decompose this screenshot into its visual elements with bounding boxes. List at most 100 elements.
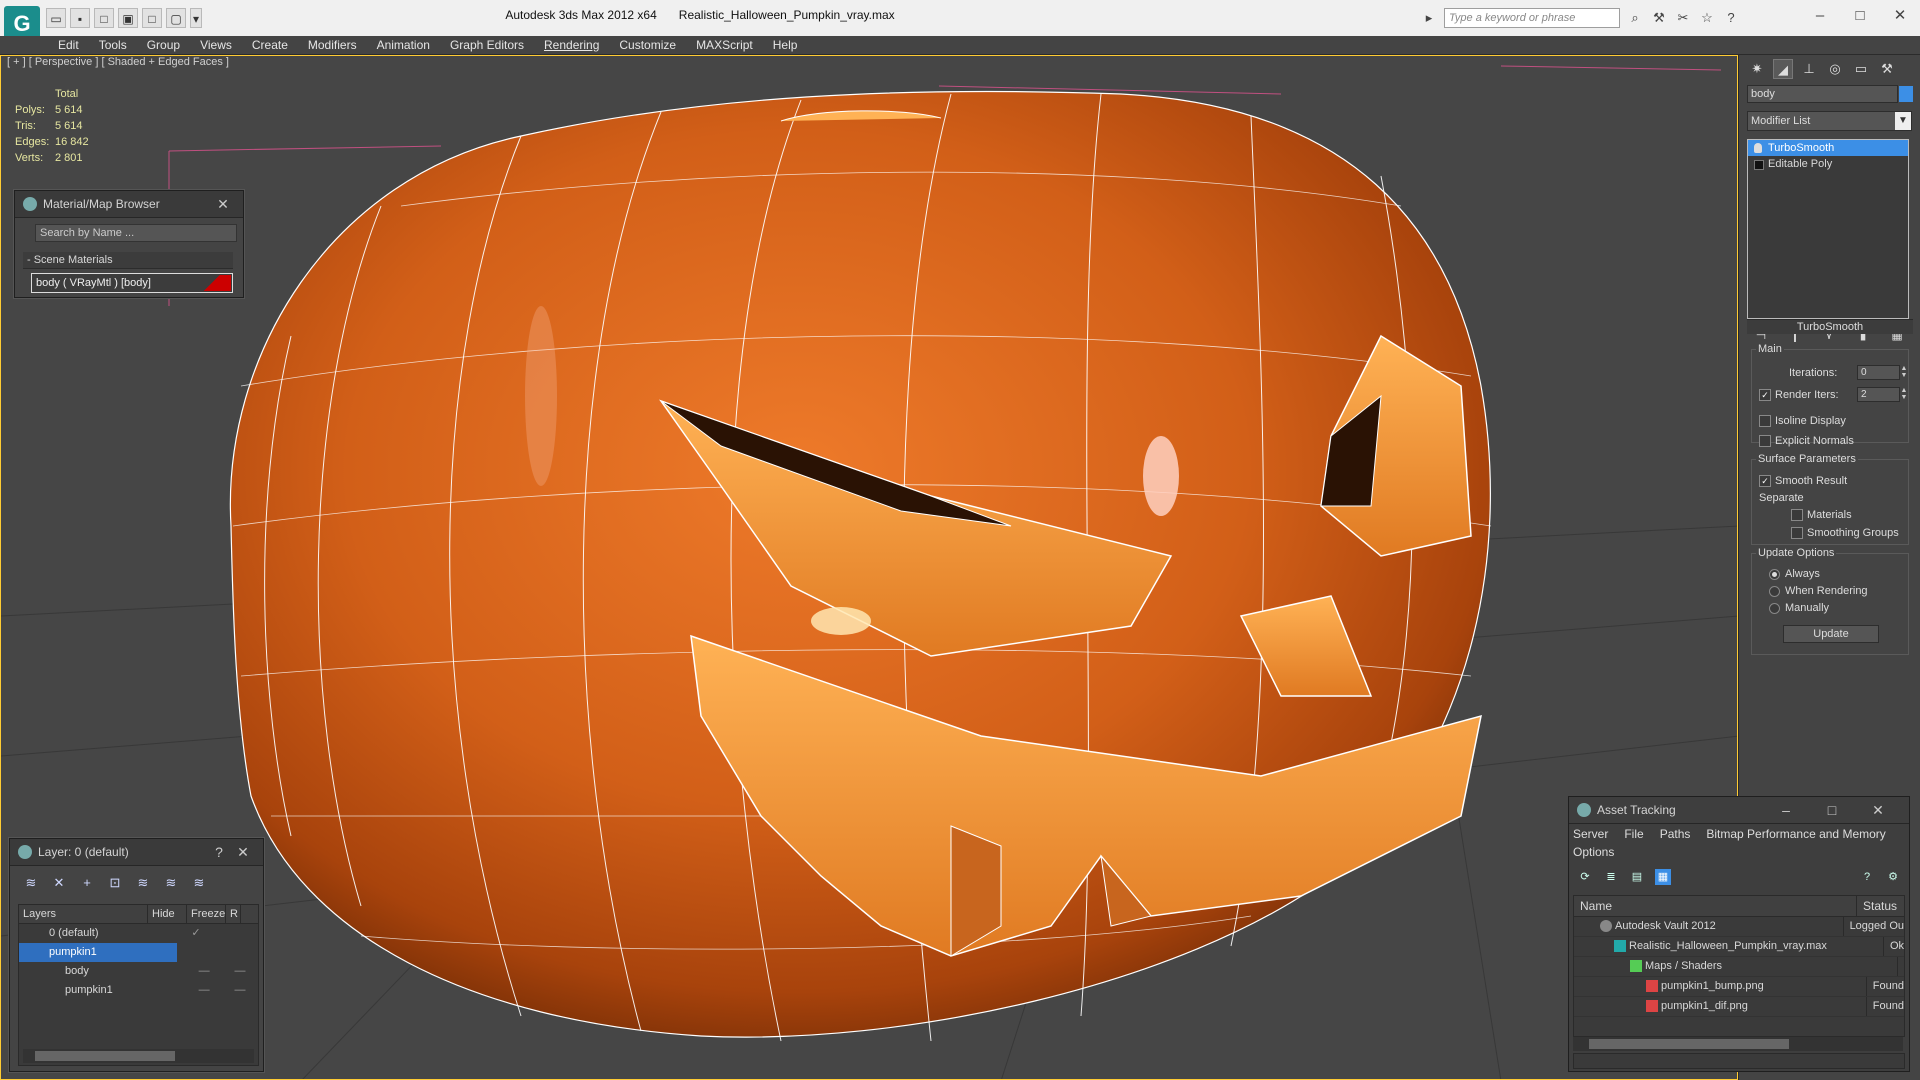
close-icon[interactable]: ✕: [1855, 802, 1901, 819]
update-button[interactable]: Update: [1783, 625, 1879, 643]
utilities-tab-icon[interactable]: ⚒: [1877, 59, 1897, 79]
settings-icon[interactable]: ⚙: [1885, 869, 1901, 885]
maximize-icon[interactable]: □: [1809, 802, 1855, 818]
update-manually-radio[interactable]: [1769, 603, 1780, 614]
table-row[interactable]: 0 (default) ✓: [19, 924, 258, 943]
spinner-arrows-icon[interactable]: ▲ ▼: [1899, 387, 1909, 401]
layer-freeze-toggle[interactable]: [215, 924, 253, 943]
table-row[interactable]: pumpkin1_bump.png Found: [1574, 977, 1904, 997]
table-row[interactable]: Realistic_Halloween_Pumpkin_vray.max Ok: [1574, 937, 1904, 957]
object-freeze-toggle[interactable]: —: [222, 981, 258, 1000]
asset-tracking-title-bar[interactable]: Asset Tracking – □ ✕: [1569, 797, 1909, 824]
close-icon[interactable]: ✕: [1880, 4, 1920, 28]
asset-menu-paths[interactable]: Paths: [1660, 825, 1691, 843]
select-objects-icon[interactable]: ⊡: [106, 874, 124, 892]
table-view-icon[interactable]: ▦: [1655, 869, 1671, 885]
search-input[interactable]: Type a keyword or phrase: [1444, 8, 1620, 28]
expand-plus-icon[interactable]: [1754, 160, 1764, 170]
help-icon[interactable]: ?: [207, 844, 231, 860]
menu-views[interactable]: Views: [190, 36, 242, 55]
render-iters-checkbox[interactable]: ✓: [1759, 389, 1771, 401]
display-tab-icon[interactable]: ▭: [1851, 59, 1871, 79]
hide-all-icon[interactable]: ≋: [162, 874, 180, 892]
update-always-radio[interactable]: [1769, 569, 1780, 580]
hierarchy-tab-icon[interactable]: ⊥: [1799, 59, 1819, 79]
binoculars-icon[interactable]: ⌕: [1626, 9, 1644, 27]
add-to-layer-icon[interactable]: +: [78, 874, 96, 892]
expand-search-icon[interactable]: ▸: [1420, 9, 1438, 27]
col-layers[interactable]: Layers: [19, 905, 148, 923]
iterations-spinner[interactable]: 0: [1857, 365, 1900, 380]
menu-create[interactable]: Create: [242, 36, 298, 55]
explicit-normals-checkbox[interactable]: [1759, 435, 1771, 447]
render-iters-spinner[interactable]: 2: [1857, 387, 1900, 402]
spinner-arrows-icon[interactable]: ▲ ▼: [1899, 365, 1909, 379]
menu-modifiers[interactable]: Modifiers: [298, 36, 367, 55]
menu-edit[interactable]: Edit: [48, 36, 89, 55]
asset-horizontal-scrollbar[interactable]: [1573, 1037, 1903, 1051]
help-icon[interactable]: ?: [1722, 9, 1740, 27]
communication-icon[interactable]: ✂: [1674, 9, 1692, 27]
material-search-input[interactable]: Search by Name ...: [35, 224, 237, 242]
asset-menu-bitmap[interactable]: Bitmap Performance and Memory: [1706, 825, 1885, 843]
freeze-all-icon[interactable]: ≋: [190, 874, 208, 892]
motion-tab-icon[interactable]: ◎: [1825, 59, 1845, 79]
create-tab-icon[interactable]: ✷: [1747, 59, 1767, 79]
minimize-icon[interactable]: –: [1763, 802, 1809, 818]
table-row[interactable]: body — —: [19, 962, 258, 981]
layer-hide-toggle[interactable]: ✓: [177, 924, 215, 943]
scene-materials-category[interactable]: - Scene Materials: [23, 252, 233, 269]
material-item-body[interactable]: body ( VRayMtl ) [body]: [31, 273, 233, 293]
layer-horizontal-scrollbar[interactable]: [23, 1049, 254, 1063]
asset-path-field[interactable]: [1573, 1053, 1905, 1069]
list-view-icon[interactable]: ≣: [1603, 869, 1619, 885]
maximize-icon[interactable]: □: [1840, 4, 1880, 28]
close-icon[interactable]: ✕: [231, 844, 255, 861]
table-row[interactable]: pumpkin1_dif.png Found: [1574, 997, 1904, 1017]
modifier-list-dropdown[interactable]: Modifier List ▼: [1747, 111, 1912, 131]
delete-layer-icon[interactable]: ✕: [50, 874, 68, 892]
lightbulb-icon[interactable]: [1754, 143, 1762, 153]
menu-graph-editors[interactable]: Graph Editors: [440, 36, 534, 55]
close-icon[interactable]: ✕: [211, 196, 235, 213]
asset-menu-file[interactable]: File: [1624, 825, 1643, 843]
object-hide-toggle[interactable]: —: [186, 962, 222, 981]
separate-smoothing-groups-checkbox[interactable]: [1791, 527, 1803, 539]
layer-hide-toggle[interactable]: [177, 943, 215, 962]
menu-tools[interactable]: Tools: [89, 36, 137, 55]
help-icon[interactable]: ?: [1859, 869, 1875, 885]
update-when-rendering-radio[interactable]: [1769, 586, 1780, 597]
isoline-display-checkbox[interactable]: [1759, 415, 1771, 427]
layer-manager-title-bar[interactable]: Layer: 0 (default) ? ✕: [10, 839, 263, 866]
minimize-icon[interactable]: –: [1800, 4, 1840, 28]
stack-item-editable-poly[interactable]: Editable Poly: [1748, 156, 1908, 172]
smooth-result-checkbox[interactable]: ✓: [1759, 475, 1771, 487]
refresh-icon[interactable]: ⟳: [1577, 869, 1593, 885]
object-color-swatch[interactable]: [1899, 86, 1913, 102]
stack-item-turbosmooth[interactable]: TurboSmooth: [1748, 140, 1908, 156]
menu-maxscript[interactable]: MAXScript: [686, 36, 763, 55]
menu-rendering[interactable]: Rendering: [534, 36, 609, 55]
col-hide[interactable]: Hide: [148, 905, 187, 923]
table-row[interactable]: pumpkin1: [19, 943, 258, 962]
table-row[interactable]: Autodesk Vault 2012 Logged Ou: [1574, 917, 1904, 937]
menu-help[interactable]: Help: [763, 36, 808, 55]
material-browser-title-bar[interactable]: Material/Map Browser ✕: [15, 191, 243, 218]
scrollbar-thumb[interactable]: [1589, 1039, 1789, 1049]
favorites-star-icon[interactable]: ☆: [1698, 9, 1716, 27]
asset-menu-server[interactable]: Server: [1573, 825, 1608, 843]
highlight-layer-icon[interactable]: ≋: [134, 874, 152, 892]
subscription-icon[interactable]: ⚒: [1650, 9, 1668, 27]
object-name-field[interactable]: body: [1747, 85, 1898, 103]
rollout-header[interactable]: TurboSmooth: [1747, 319, 1913, 334]
col-freeze[interactable]: Freeze: [187, 905, 226, 923]
table-row[interactable]: Maps / Shaders: [1574, 957, 1904, 977]
menu-animation[interactable]: Animation: [367, 36, 440, 55]
col-status[interactable]: Status: [1857, 896, 1897, 916]
separate-materials-checkbox[interactable]: [1791, 509, 1803, 521]
table-row[interactable]: pumpkin1 — —: [19, 981, 258, 1000]
menu-customize[interactable]: Customize: [609, 36, 686, 55]
scrollbar-thumb[interactable]: [35, 1051, 175, 1061]
create-layer-icon[interactable]: ≋: [22, 874, 40, 892]
layer-freeze-toggle[interactable]: [215, 943, 253, 962]
